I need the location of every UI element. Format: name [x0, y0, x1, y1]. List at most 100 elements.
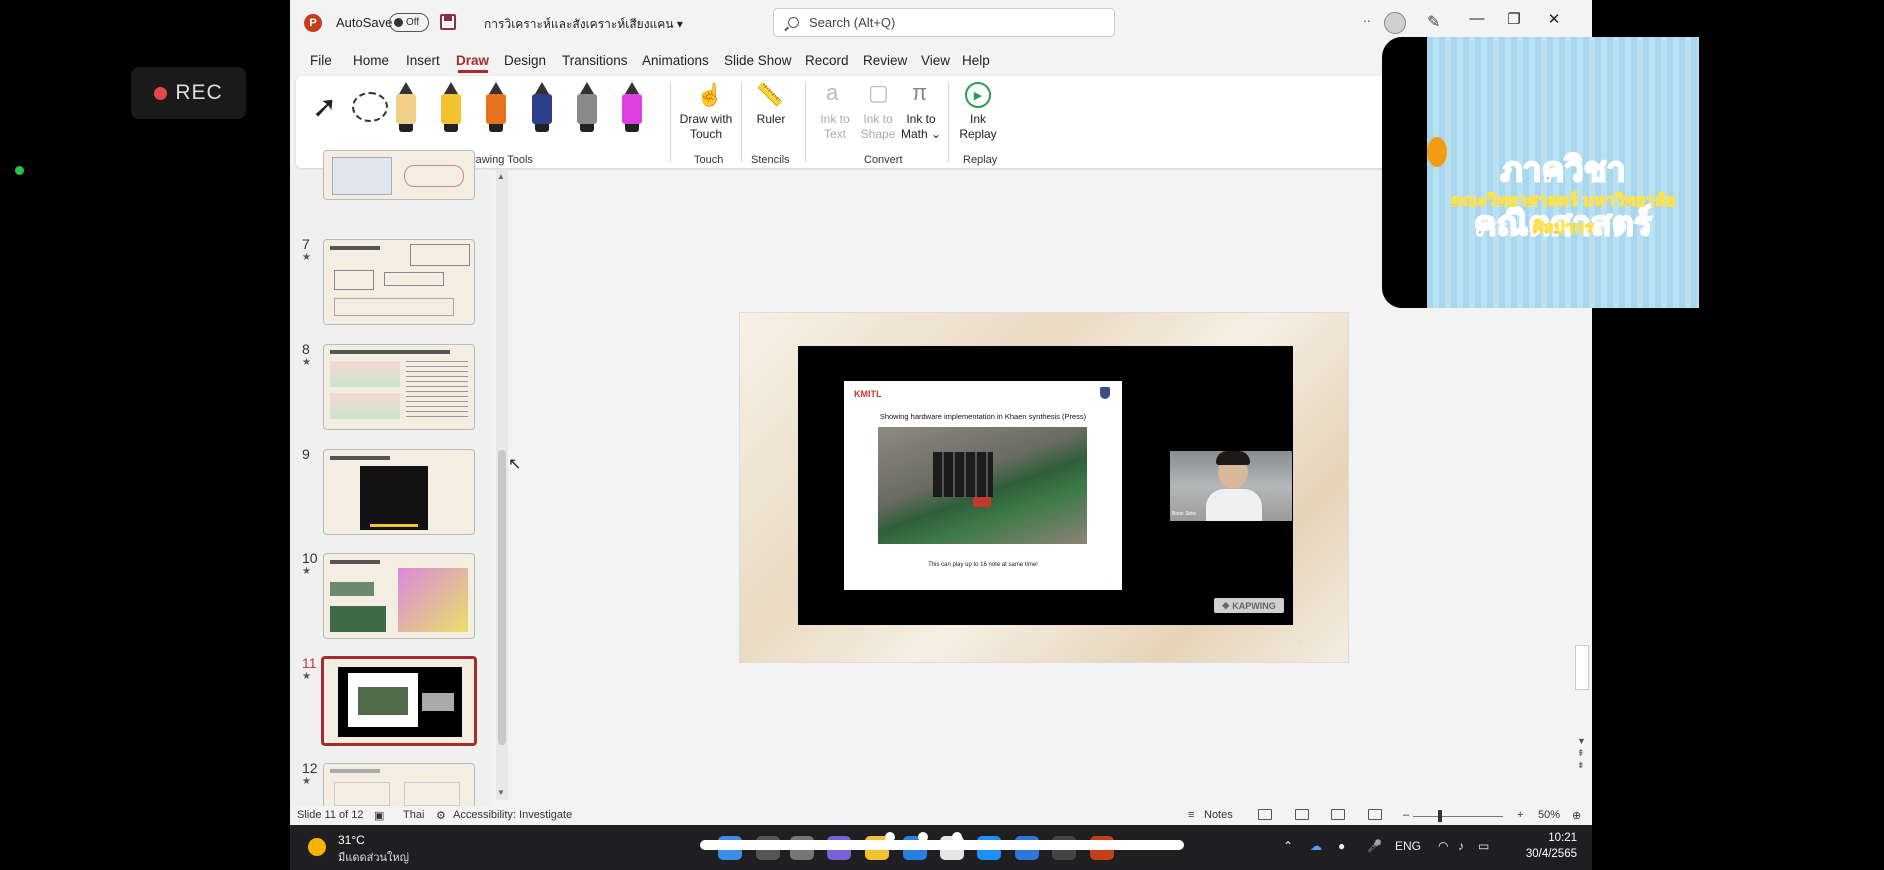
onedrive-icon[interactable]: ☁ [1310, 839, 1322, 853]
animation-star-icon: ★ [302, 671, 311, 682]
embedded-video[interactable]: KMITL Showing hardware implementation in… [798, 346, 1293, 625]
slideshow-view-icon[interactable] [1368, 809, 1382, 820]
tray-overflow-icon[interactable]: ⌃ [1283, 839, 1293, 853]
progress-dot [952, 832, 962, 842]
ink-to-math-button[interactable]: Ink to Math ⌄ [896, 112, 946, 142]
recorded-slide-caption: This can play up to 16 note at same time… [928, 562, 1038, 568]
spellcheck-icon[interactable]: ▣ [374, 809, 384, 822]
tray-app-icon[interactable]: ● [1338, 839, 1345, 853]
tab-review[interactable]: Review [863, 53, 907, 68]
account-avatar[interactable] [1384, 12, 1406, 34]
record-dot-icon [154, 86, 168, 100]
ink-replay-button[interactable]: Ink Replay [953, 112, 1003, 142]
media-progress-bar[interactable] [700, 832, 1184, 850]
ink-to-text-icon: a [826, 80, 839, 105]
lasso-select-icon[interactable] [352, 92, 388, 122]
banner-line-2: คณะวิทยาศาสตร์ มหาวิทยาลัยศิลปากร [1450, 191, 1676, 238]
highlighter-icon[interactable] [622, 82, 642, 134]
restore-button[interactable]: ❐ [1504, 10, 1524, 28]
weather-description[interactable]: มีแดดส่วนใหญ่ [338, 848, 409, 866]
fit-slide-icon[interactable]: ⊕ [1572, 809, 1581, 822]
select-arrow-icon[interactable]: ➚ [312, 90, 337, 125]
draw-with-touch-button[interactable]: Draw with Touch [676, 112, 736, 142]
tab-file[interactable]: File [310, 53, 332, 68]
pen-2-icon[interactable] [441, 82, 461, 134]
scroll-down-arrow-icon[interactable]: ▼ [497, 788, 505, 797]
slide-number: 10 [302, 550, 318, 566]
tab-transitions[interactable]: Transitions [562, 53, 628, 68]
tab-insert[interactable]: Insert [406, 53, 440, 68]
zoom-in-icon[interactable]: + [1517, 809, 1523, 821]
zoom-slider-handle[interactable] [1438, 810, 1442, 822]
slide-navigation-arrows[interactable]: ▼ ⇞ ⇟ [1577, 735, 1586, 771]
red-module [973, 497, 991, 507]
reading-view-icon[interactable] [1331, 809, 1345, 820]
weather-temperature[interactable]: 31°C [338, 833, 365, 847]
tab-design[interactable]: Design [504, 53, 546, 68]
tab-home[interactable]: Home [353, 53, 389, 68]
recording-label: REC [175, 81, 223, 104]
pen-5-icon[interactable] [577, 82, 597, 134]
slide-scroll-thumb[interactable] [1575, 645, 1589, 690]
slide-thumbnail-10[interactable] [323, 553, 475, 639]
minimize-button[interactable]: — [1467, 10, 1487, 27]
slide-thumbnail-8[interactable] [323, 344, 475, 430]
university-crest-icon [1100, 387, 1110, 399]
tab-help[interactable]: Help [962, 53, 990, 68]
close-button[interactable]: ✕ [1544, 10, 1564, 28]
tab-animations[interactable]: Animations [642, 53, 709, 68]
volume-icon[interactable]: ♪ [1458, 839, 1464, 853]
microphone-icon[interactable]: 🎤 [1367, 839, 1382, 853]
search-placeholder: Search (Alt+Q) [809, 15, 896, 30]
toggle-knob-icon [394, 18, 403, 27]
group-label-touch: Touch [694, 154, 724, 166]
save-icon[interactable] [440, 14, 456, 30]
slide-number-active: 11 [302, 655, 317, 671]
zoom-level[interactable]: 50% [1538, 809, 1560, 821]
slide-thumbnail-9[interactable] [323, 449, 475, 535]
group-label-replay: Replay [963, 154, 998, 166]
input-language[interactable]: ENG [1395, 839, 1421, 853]
zoom-slider[interactable] [1413, 816, 1503, 817]
progress-dot [918, 832, 928, 842]
wifi-icon[interactable]: ◠ [1438, 839, 1448, 853]
normal-view-icon[interactable] [1258, 809, 1272, 820]
pen-4-icon[interactable] [532, 82, 552, 134]
recorded-slide-title: Showing hardware implementation in Khaen… [879, 412, 1087, 421]
status-bar: Slide 11 of 12 ▣ Thai ⚙ Accessibility: I… [290, 806, 1592, 825]
notes-button[interactable]: Notes [1204, 809, 1233, 821]
tab-view[interactable]: View [921, 53, 950, 68]
pen-1-icon[interactable] [396, 82, 416, 134]
presenter-webcam: Boon Siriw [1170, 451, 1292, 521]
slide-thumbnail-11[interactable] [321, 656, 477, 746]
slide-number: 12 [302, 760, 318, 776]
search-input[interactable]: Search (Alt+Q) [773, 8, 1115, 37]
tab-record[interactable]: Record [805, 53, 849, 68]
pen-icon[interactable]: ✎ [1427, 12, 1440, 32]
clock-time[interactable]: 10:21 [1517, 832, 1577, 844]
pen-3-icon[interactable] [486, 82, 506, 134]
thumbnail-scroll-thumb[interactable] [498, 450, 506, 745]
slide-thumbnail-12[interactable] [323, 763, 475, 806]
slide-thumbnail-6[interactable] [323, 150, 475, 200]
autosave-toggle[interactable]: Off [389, 13, 429, 32]
scroll-up-arrow-icon[interactable]: ▲ [497, 172, 505, 181]
active-tab-indicator [458, 70, 488, 73]
weather-sun-icon[interactable] [308, 838, 326, 856]
language-indicator[interactable]: Thai [403, 809, 424, 821]
slide-thumbnail-7[interactable] [323, 239, 475, 325]
clock-date[interactable]: 30/4/2565 [1517, 848, 1577, 860]
kapwing-watermark: ◆ KAPWING [1214, 598, 1284, 613]
zoom-out-icon[interactable]: – [1403, 809, 1409, 821]
slide-sorter-icon[interactable] [1295, 809, 1309, 820]
mouse-cursor-icon: ↖ [508, 456, 522, 473]
ink-to-shape-icon: ▢ [868, 80, 889, 105]
accessibility-status[interactable]: Accessibility: Investigate [453, 809, 572, 821]
document-title[interactable]: การวิเคราะห์และสังเคราะห์เสียงแคน ▾ [484, 15, 683, 34]
slide-number: 7 [302, 236, 310, 252]
tab-draw[interactable]: Draw [456, 53, 489, 68]
slide-canvas[interactable]: KMITL Showing hardware implementation in… [739, 312, 1349, 663]
battery-icon[interactable]: ▭ [1478, 839, 1489, 853]
ruler-button[interactable]: Ruler [746, 112, 796, 127]
tab-slide-show[interactable]: Slide Show [724, 53, 792, 68]
